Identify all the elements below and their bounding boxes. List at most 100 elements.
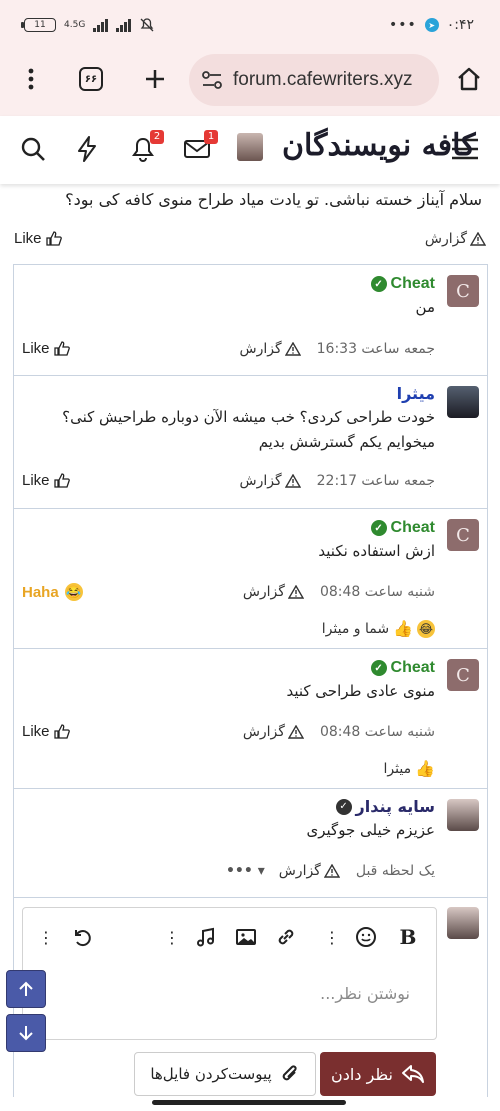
home-icon bbox=[458, 67, 480, 91]
like-button[interactable]: Like bbox=[22, 723, 70, 740]
report-button[interactable]: گزارش bbox=[279, 863, 340, 879]
scroll-top-button[interactable] bbox=[6, 970, 46, 1008]
comment: C Cheat ✓ منوی عادی طراحی کنید Like گزارش… bbox=[14, 649, 487, 789]
thumbs-up-emoji-icon: 👍 bbox=[393, 619, 413, 638]
report-button[interactable]: گزارش bbox=[243, 724, 304, 740]
editor-toolbar: B ⋮ ⋮ ⋮ bbox=[23, 924, 436, 954]
avatar[interactable] bbox=[447, 799, 479, 831]
username[interactable]: میثرا bbox=[397, 384, 435, 403]
warning-icon bbox=[287, 585, 304, 599]
gesture-bar[interactable] bbox=[152, 1100, 346, 1105]
user-avatar[interactable] bbox=[237, 133, 263, 161]
reactions-summary[interactable]: 😂 👍 شما و میثرا bbox=[322, 619, 435, 638]
like-label: Like bbox=[22, 472, 50, 489]
paperclip-icon bbox=[282, 1065, 297, 1081]
messages-badge: 1 bbox=[204, 130, 218, 144]
smiley-icon bbox=[356, 927, 376, 947]
comment-time[interactable]: جمعه ساعت 22:17 bbox=[317, 473, 435, 489]
avatar[interactable]: C bbox=[447, 275, 479, 307]
image-icon bbox=[236, 929, 256, 945]
link-icon bbox=[278, 929, 294, 945]
browser-menu-button[interactable] bbox=[16, 64, 46, 94]
home-button[interactable] bbox=[454, 64, 484, 94]
comment-text: عزیزم خیلی جوگیری bbox=[306, 821, 435, 839]
like-button[interactable]: Like bbox=[22, 472, 70, 489]
username[interactable]: سایه پندار ✓ bbox=[335, 797, 435, 816]
comment: C Cheat ✓ ازش استفاده نکنید Haha 😂 گزارش ش… bbox=[14, 509, 487, 649]
site-settings-icon[interactable] bbox=[201, 70, 223, 90]
reactions-summary[interactable]: 👍 میثرا bbox=[384, 759, 435, 778]
report-button[interactable]: گزارش bbox=[239, 472, 301, 489]
emoji-button[interactable] bbox=[353, 924, 379, 950]
username-text: Cheat bbox=[390, 659, 435, 676]
comment-time[interactable]: جمعه ساعت 16:33 bbox=[317, 341, 435, 357]
comment-time[interactable]: شنبه ساعت 08:48 bbox=[320, 584, 435, 600]
like-label: Like bbox=[22, 340, 50, 357]
notifications-badge: 2 bbox=[150, 130, 164, 144]
bold-button[interactable]: B bbox=[395, 924, 421, 950]
scroll-bottom-button[interactable] bbox=[6, 1014, 46, 1052]
comment-thread: C Cheat ✓ من Like گزارش جمعه ساعت 16:33 م… bbox=[13, 264, 488, 898]
warning-icon bbox=[287, 724, 304, 739]
warning-icon bbox=[284, 341, 301, 356]
address-bar[interactable]: forum.cafewriters.xyz bbox=[189, 54, 439, 106]
report-button[interactable]: گزارش bbox=[243, 584, 304, 600]
comment-text: من bbox=[415, 298, 435, 316]
attach-files-button[interactable]: پیوست‌کردن فایل‌ها bbox=[134, 1052, 316, 1096]
battery-level: 11 bbox=[34, 20, 46, 30]
image-button[interactable] bbox=[233, 924, 259, 950]
arrow-up-icon bbox=[19, 981, 33, 996]
site-logo[interactable]: کافه نویسندگان bbox=[282, 128, 476, 163]
comment-time[interactable]: یک لحظه قبل bbox=[356, 863, 435, 879]
reply-placeholder[interactable]: نوشتن نظر... bbox=[320, 984, 410, 1003]
report-label: گزارش bbox=[239, 472, 282, 489]
comment-footer: Like گزارش جمعه ساعت 22:17 bbox=[22, 472, 435, 489]
tabs-button[interactable]: ۶۶ bbox=[76, 64, 106, 94]
lightning-icon bbox=[78, 136, 96, 162]
reply-editor[interactable]: B ⋮ ⋮ ⋮ نوشتن نظر... bbox=[22, 907, 437, 1040]
toolbar-more-icon[interactable]: ⋮ bbox=[319, 924, 345, 950]
thumbs-up-emoji-icon: 👍 bbox=[415, 759, 435, 778]
messages-button[interactable]: 1 bbox=[182, 130, 218, 164]
first-post-actions: Like گزارش bbox=[14, 230, 486, 247]
browser-toolbar: ۶۶ forum.cafewriters.xyz bbox=[0, 50, 500, 116]
report-button[interactable]: گزارش bbox=[425, 230, 486, 247]
whats-new-button[interactable] bbox=[72, 134, 102, 164]
more-options-button[interactable]: ••• ▾ bbox=[226, 863, 265, 879]
undo-icon bbox=[75, 930, 91, 947]
haha-reaction-button[interactable]: Haha 😂 bbox=[22, 583, 83, 601]
username-text: Cheat bbox=[390, 519, 435, 536]
laughing-emoji-icon: 😂 bbox=[417, 619, 435, 638]
warning-icon bbox=[284, 473, 301, 488]
comment-time[interactable]: شنبه ساعت 08:48 bbox=[320, 724, 435, 740]
reactors-text: شما و میثرا bbox=[321, 620, 390, 637]
music-note-icon bbox=[197, 927, 214, 947]
comment: سایه پندار ✓ عزیزم خیلی جوگیری ••• ▾ گزار… bbox=[14, 789, 487, 897]
username-text: Cheat bbox=[390, 275, 435, 292]
post-reply-button[interactable]: نظر دادن bbox=[320, 1052, 436, 1096]
username[interactable]: Cheat ✓ bbox=[370, 519, 435, 537]
report-label: گزارش bbox=[242, 723, 285, 740]
comment-footer: Like گزارش شنبه ساعت 08:48 bbox=[22, 723, 435, 740]
username[interactable]: Cheat ✓ bbox=[370, 659, 435, 677]
mute-icon bbox=[140, 18, 154, 32]
username[interactable]: Cheat ✓ bbox=[370, 275, 435, 293]
link-button[interactable] bbox=[273, 924, 299, 950]
toolbar-more-icon[interactable]: ⋮ bbox=[159, 924, 185, 950]
media-button[interactable] bbox=[193, 924, 219, 950]
undo-button[interactable] bbox=[69, 924, 95, 950]
new-tab-button[interactable] bbox=[140, 64, 170, 94]
comment-footer: Like گزارش جمعه ساعت 16:33 bbox=[22, 340, 435, 357]
notifications-button[interactable]: 2 bbox=[128, 130, 164, 164]
search-button[interactable] bbox=[18, 134, 48, 164]
avatar[interactable]: C bbox=[447, 519, 479, 551]
toolbar-more-icon[interactable]: ⋮ bbox=[33, 924, 59, 950]
report-label: گزارش bbox=[239, 340, 282, 357]
avatar[interactable]: C bbox=[447, 659, 479, 691]
avatar[interactable] bbox=[447, 386, 479, 418]
like-button[interactable]: Like bbox=[22, 340, 70, 357]
report-button[interactable]: گزارش bbox=[239, 340, 301, 357]
report-label: گزارش bbox=[424, 230, 467, 247]
attach-files-label: پیوست‌کردن فایل‌ها bbox=[150, 1065, 272, 1083]
like-button[interactable]: Like bbox=[14, 230, 62, 247]
